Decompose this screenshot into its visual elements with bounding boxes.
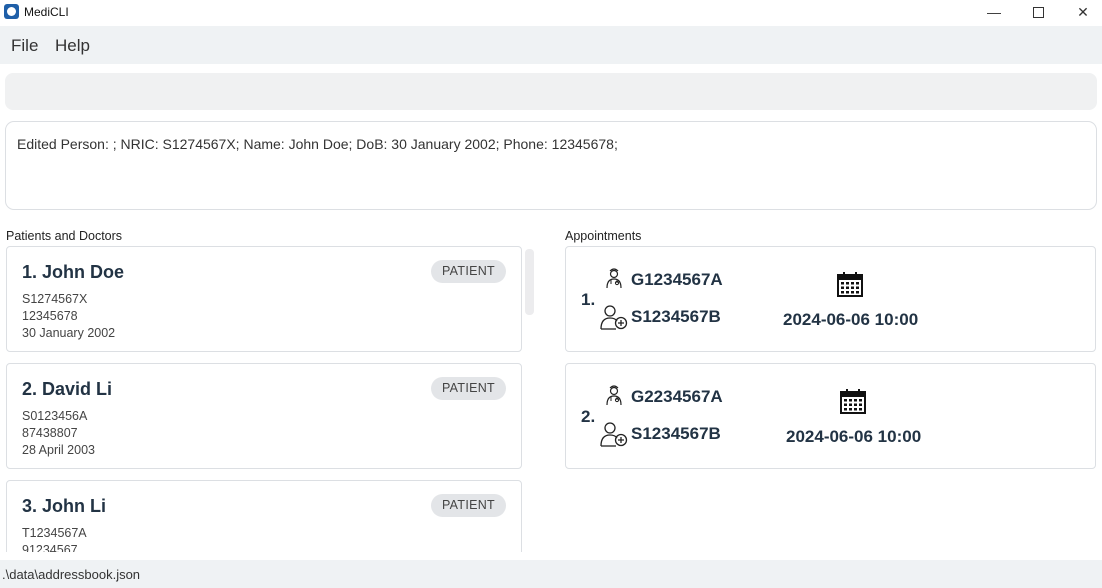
appointment-doctor-nric: G2234567A [631,387,723,406]
person-phone: 91234567 [22,543,78,552]
appointment-index: 2. [581,407,596,426]
patient-icon [600,422,628,447]
menu-help[interactable]: Help [55,36,90,56]
appointments-panel-label: Appointments [565,229,642,243]
person-list[interactable]: 1. John Doe PATIENT S1274567X 12345678 3… [0,246,540,552]
person-name: 1. John Doe [22,262,125,282]
person-type-badge: PATIENT [430,260,506,283]
save-file-path: .\data\addressbook.json [2,567,141,582]
maximize-icon [1032,7,1044,18]
minimize-button[interactable]: — [971,0,1017,26]
appointment-datetime: 2024-06-06 10:00 [786,427,922,446]
person-phone: 12345678 [22,309,78,323]
person-card[interactable]: 3. John Li PATIENT T1234567A 91234567 [6,480,522,552]
person-phone: 87438807 [22,426,78,440]
person-list-scrollbar[interactable] [525,249,534,315]
patient-icon [600,305,628,330]
title-bar: MediCLI — ✕ [0,0,1102,26]
close-button[interactable]: ✕ [1060,0,1102,26]
person-type-badge: PATIENT [430,377,506,400]
result-display: Edited Person: ; NRIC: S1274567X; Name: … [5,121,1097,210]
persons-panel-label: Patients and Doctors [6,229,123,243]
person-card[interactable]: 2. David Li PATIENT S0123456A 87438807 2… [6,363,522,469]
doctor-icon [606,385,622,406]
appointment-datetime: 2024-06-06 10:00 [783,310,919,329]
window-title: MediCLI [24,5,69,19]
appointment-index: 1. [581,290,596,309]
appointment-doctor-nric: G1234567A [631,270,723,289]
person-card[interactable]: 1. John Doe PATIENT S1274567X 12345678 3… [6,246,522,352]
person-dob: 28 April 2003 [22,443,95,457]
calendar-icon [837,272,863,297]
person-dob: 30 January 2002 [22,326,116,340]
person-type-badge: PATIENT [430,494,506,517]
status-bar: .\data\addressbook.json [0,560,1102,588]
calendar-icon [840,389,866,414]
appointment-patient-nric: S1234567B [631,307,721,326]
medicli-logo-icon [4,4,19,19]
person-name: 2. David Li [22,379,113,399]
doctor-icon [606,268,622,289]
result-text: Edited Person: ; NRIC: S1274567X; Name: … [17,136,618,152]
maximize-button[interactable] [1015,0,1061,26]
menu-file[interactable]: File [11,36,38,56]
command-input[interactable] [5,73,1097,110]
appointment-patient-nric: S1234567B [631,424,721,443]
person-nric: S1274567X [22,292,88,306]
appointment-card[interactable]: 2. G2234567A S1234567B 2024-06-06 10:00 [565,363,1096,469]
person-nric: S0123456A [22,409,88,423]
person-nric: T1234567A [22,526,87,540]
person-name: 3. John Li [22,496,107,516]
appointment-card[interactable]: 1. G1234567A S1234567B 2024-06-06 10:00 [565,246,1096,352]
menu-bar: File Help [0,26,1102,64]
